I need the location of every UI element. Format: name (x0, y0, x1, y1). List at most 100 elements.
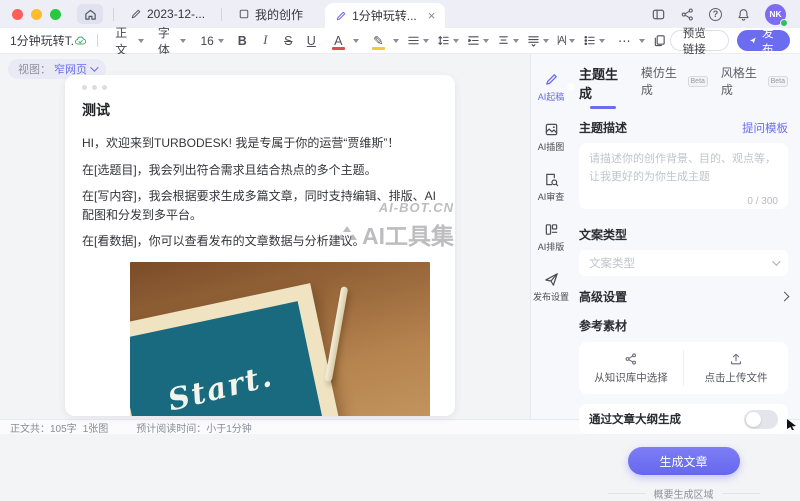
align-dropdown[interactable] (407, 34, 429, 47)
chevron-down-icon (483, 39, 489, 43)
chevron-down-icon (453, 39, 459, 43)
format-toolbar: 1分钟玩转T... 正文 字体 16 B I S U A ✎ (0, 28, 800, 54)
indent-icon (467, 34, 480, 47)
chevron-down-icon (180, 39, 186, 43)
upload-file-button[interactable]: 点击上传文件 (684, 342, 788, 394)
mouse-cursor (787, 419, 796, 430)
more-tools-dropdown[interactable]: ⋯ (613, 31, 645, 51)
tab-imitation-generation[interactable]: 模仿生成 Beta (641, 64, 708, 105)
underline-button[interactable]: U (303, 31, 320, 51)
chevron-down-icon (639, 39, 645, 43)
strikethrough-button[interactable]: S (280, 31, 297, 51)
user-avatar[interactable]: NK (765, 4, 786, 25)
home-button[interactable] (77, 4, 103, 24)
toggle-knob (746, 412, 761, 427)
preview-link-button[interactable]: 预览链接 (670, 30, 730, 51)
distribute-dropdown[interactable] (527, 34, 549, 47)
avatar-initials: NK (769, 9, 781, 19)
divider (221, 8, 222, 21)
tab-label: 2023-12-... (147, 7, 205, 21)
maximize-window-button[interactable] (50, 9, 61, 20)
chevron-down-icon (772, 257, 780, 265)
nav-ai-illustration[interactable]: AI插图 (531, 112, 571, 162)
align-icon (407, 34, 420, 47)
vertical-align-dropdown[interactable] (497, 34, 519, 47)
list-icon (583, 34, 596, 47)
font-size-dropdown[interactable]: 16 (200, 34, 223, 48)
tab-current-doc[interactable]: 1分钟玩转... × (325, 3, 445, 28)
advanced-settings-label: 高级设置 (579, 288, 627, 305)
question-template-link[interactable]: 提问模板 (742, 120, 788, 136)
document-search-icon (544, 172, 559, 187)
highlight-color-dropdown[interactable]: ✎ (367, 31, 399, 51)
chevron-down-icon (569, 39, 575, 43)
indent-dropdown[interactable] (467, 34, 489, 47)
image-text: Start. (165, 358, 277, 416)
format-painter-button[interactable] (653, 34, 666, 47)
window-controls (12, 9, 61, 20)
advanced-settings-row[interactable]: 高级设置 (579, 288, 788, 305)
ai-tools-dropdown[interactable]: |A| (557, 35, 575, 46)
paragraph-style-dropdown[interactable]: 正文 (115, 24, 144, 58)
nav-publish-settings[interactable]: 发布设置 (531, 262, 571, 312)
char-counter: 0 / 300 (747, 196, 778, 207)
outline-generation-row: 通过文章大纲生成 (579, 404, 788, 434)
format-painter-icon (653, 34, 666, 47)
close-tab-icon[interactable]: × (428, 8, 436, 23)
doc-paragraph[interactable]: 在[写内容]，我会根据要求生成多篇文章，同时支持编辑、排版、AI配图和分发到多平… (82, 187, 440, 224)
document-title: 1分钟玩转T... (10, 32, 74, 49)
chevron-down-icon (90, 63, 98, 71)
copy-type-select[interactable]: 文案类型 (579, 250, 788, 276)
view-label: 视图： (18, 61, 51, 77)
chalkboard: Start. (130, 301, 326, 416)
publish-button[interactable]: 发布 (737, 30, 790, 51)
list-dropdown[interactable] (583, 34, 605, 47)
doc-paragraph[interactable]: HI，欢迎来到TURBODESK! 我是专属于你的运营“贾维斯”！ (82, 134, 440, 153)
color-bar (332, 47, 345, 50)
chevron-down-icon (353, 39, 359, 43)
italic-button[interactable]: I (257, 31, 274, 51)
divider (97, 34, 98, 47)
reference-material-label: 参考素材 (579, 317, 788, 334)
divider (113, 8, 114, 21)
doc-heading[interactable]: 测试 (82, 100, 440, 120)
ai-panel-nav: AI起稿 AI插图 AI审查 AI排版 发布设置 (531, 54, 571, 419)
font-color-icon: A (330, 31, 347, 51)
tab-topic-generation[interactable]: 主题生成 (579, 64, 628, 109)
folder-icon (238, 8, 250, 20)
upload-icon (729, 352, 743, 366)
generate-article-button[interactable]: 生成文章 (628, 447, 740, 475)
knowledge-base-icon (624, 352, 638, 366)
nav-ai-draft[interactable]: AI起稿 (531, 62, 571, 112)
share-icon[interactable] (680, 7, 695, 22)
select-from-knowledge-base-button[interactable]: 从知识库中选择 (579, 342, 683, 394)
nav-ai-review[interactable]: AI审查 (531, 162, 571, 212)
doc-paragraph[interactable]: 在[看数据]，你可以查看发布的文章数据与分析建议。 (82, 232, 440, 251)
doc-paragraph[interactable]: 在[选题目]，我会列出符合需求且结合热点的多个主题。 (82, 161, 440, 180)
image-icon (544, 122, 559, 137)
font-color-dropdown[interactable]: A (327, 31, 359, 51)
chevron-down-icon (599, 39, 605, 43)
line-spacing-dropdown[interactable] (437, 34, 459, 47)
cloud-saved-icon (74, 33, 87, 49)
beta-badge: Beta (768, 76, 788, 87)
close-window-button[interactable] (12, 9, 23, 20)
polaroid-card: Start. (130, 283, 345, 416)
outline-generation-toggle[interactable] (744, 410, 778, 429)
distribute-icon (527, 34, 540, 47)
chevron-down-icon (513, 39, 519, 43)
document-page[interactable]: 测试 HI，欢迎来到TURBODESK! 我是专属于你的运营“贾维斯”！ 在[选… (65, 75, 455, 416)
sidebar-toggle-icon[interactable] (651, 7, 666, 22)
tab-style-generation[interactable]: 风格生成 Beta (721, 64, 788, 105)
minimize-window-button[interactable] (31, 9, 42, 20)
bold-button[interactable]: B (234, 31, 251, 51)
notifications-bell-icon[interactable] (736, 7, 751, 22)
pen-icon (130, 8, 142, 20)
help-icon[interactable]: ? (709, 8, 722, 21)
tab-my-creations[interactable]: 我的创作 (232, 0, 309, 28)
line-spacing-icon (437, 34, 450, 47)
divider-line (608, 493, 646, 494)
font-family-dropdown[interactable]: 字体 (158, 24, 187, 58)
inline-image-start[interactable]: Start. (130, 262, 430, 416)
nav-ai-layout[interactable]: AI排版 (531, 212, 571, 262)
